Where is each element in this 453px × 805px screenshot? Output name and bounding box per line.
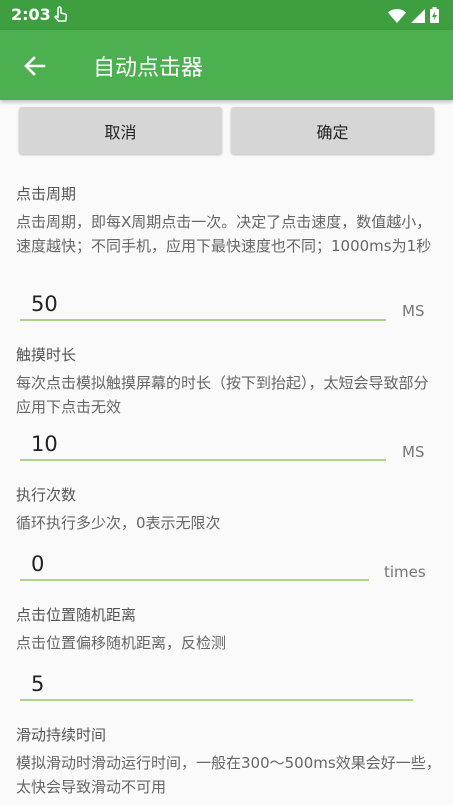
status-bar: 2:03 — [0, 0, 453, 30]
page-title: 自动点击器 — [93, 56, 204, 81]
setting-title: 点击周期 — [16, 185, 77, 203]
setting-swipe-duration: 滑动持续时间 模拟滑动时滑动运行时间，一般在300～500ms效果会好一些，太快… — [16, 724, 441, 799]
wifi-icon — [388, 8, 406, 27]
setting-title: 滑动持续时间 — [16, 726, 107, 744]
app-bar: 自动点击器 — [0, 30, 453, 100]
setting-description: 循环执行多少次，0表示无限次 — [16, 514, 221, 532]
setting-run-count: 执行次数 循环执行多少次，0表示无限次 — [16, 484, 441, 535]
status-time: 2:03 — [11, 5, 51, 24]
signal-icon — [411, 8, 425, 27]
arrow-left-icon[interactable] — [22, 53, 48, 79]
setting-description: 模拟滑动时滑动运行时间，一般在300～500ms效果会好一些，太快会导致滑动不可… — [16, 754, 441, 796]
battery-charging-icon — [430, 7, 439, 27]
ok-button[interactable]: 确定 — [231, 107, 434, 154]
setting-click-period: 点击周期 点击周期，即每X周期点击一次。决定了点击速度，数值越小，速度越快；不同… — [16, 183, 441, 258]
setting-touch-duration: 触摸时长 每次点击模拟触摸屏幕的时长（按下到抬起），太短会导致部分应用下点击无效 — [16, 344, 441, 419]
cancel-button[interactable]: 取消 — [19, 107, 222, 154]
touch-duration-input[interactable]: 10 — [20, 431, 386, 461]
setting-description: 点击位置偏移随机距离，反检测 — [16, 634, 227, 652]
random-offset-input[interactable]: 5 — [20, 671, 413, 701]
run-count-input[interactable]: 0 — [20, 551, 369, 581]
click-period-input[interactable]: 50 — [20, 291, 386, 321]
setting-title: 执行次数 — [16, 486, 77, 504]
touch-icon — [53, 6, 69, 28]
setting-description: 每次点击模拟触摸屏幕的时长（按下到抬起），太短会导致部分应用下点击无效 — [16, 374, 429, 416]
setting-description: 点击周期，即每X周期点击一次。决定了点击速度，数值越小，速度越快；不同手机，应用… — [16, 213, 432, 255]
setting-title: 触摸时长 — [16, 346, 77, 364]
status-icons — [388, 7, 439, 27]
setting-random-offset: 点击位置随机距离 点击位置偏移随机距离，反检测 — [16, 604, 441, 655]
run-count-unit: times — [384, 563, 426, 581]
click-period-unit: MS — [402, 302, 425, 320]
setting-title: 点击位置随机距离 — [16, 606, 137, 624]
touch-duration-unit: MS — [402, 443, 425, 461]
